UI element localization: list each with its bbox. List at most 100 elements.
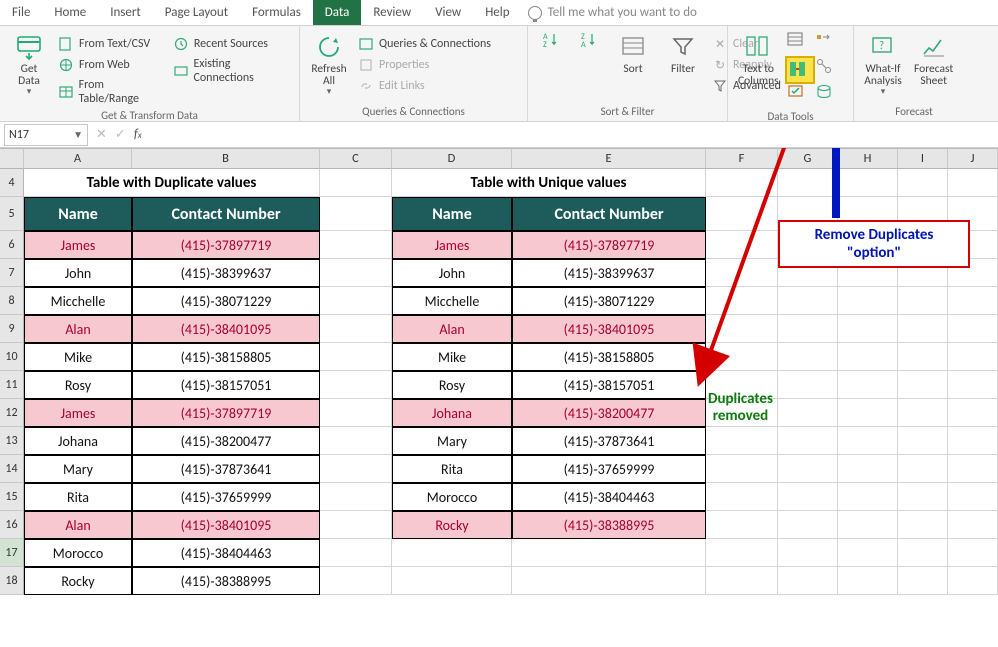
cell[interactable] xyxy=(948,169,998,197)
cell[interactable] xyxy=(948,343,998,371)
menu-home[interactable]: Home xyxy=(42,0,98,25)
row-header[interactable]: 16 xyxy=(0,511,24,539)
cell-name[interactable]: Alan xyxy=(392,315,512,343)
cell[interactable] xyxy=(320,511,392,539)
name-box[interactable]: N17 ▼ xyxy=(4,124,88,146)
cell[interactable] xyxy=(706,539,778,567)
recent-sources-button[interactable]: Recent Sources xyxy=(171,35,293,53)
row-header[interactable]: 4 xyxy=(0,169,24,197)
cell[interactable] xyxy=(320,567,392,595)
forecast-sheet-button[interactable]: Forecast Sheet xyxy=(910,29,957,89)
get-data-button[interactable]: Get Data ▾ xyxy=(6,29,52,99)
consolidate-icon[interactable] xyxy=(815,32,831,48)
col-header[interactable]: E xyxy=(512,149,706,169)
cell[interactable] xyxy=(898,399,948,427)
cell[interactable] xyxy=(512,567,706,595)
cell[interactable] xyxy=(706,567,778,595)
cell-contact[interactable]: (415)-38401095 xyxy=(132,511,320,539)
fx-icon[interactable]: fx xyxy=(134,127,142,142)
menu-file[interactable]: File xyxy=(0,0,42,25)
cell[interactable] xyxy=(778,483,838,511)
cell-contact[interactable]: (415)-38071229 xyxy=(512,287,706,315)
cell[interactable] xyxy=(898,511,948,539)
row-header[interactable]: 13 xyxy=(0,427,24,455)
cell[interactable] xyxy=(778,511,838,539)
cell[interactable] xyxy=(778,427,838,455)
cell-name[interactable]: John xyxy=(24,259,132,287)
row-header[interactable]: 11 xyxy=(0,371,24,399)
cell[interactable] xyxy=(320,343,392,371)
cell[interactable] xyxy=(898,315,948,343)
cell[interactable] xyxy=(778,567,838,595)
sort-button[interactable]: Sort xyxy=(610,29,656,77)
cell[interactable] xyxy=(392,539,512,567)
cell[interactable] xyxy=(706,169,778,197)
cell-contact[interactable]: (415)-38401095 xyxy=(132,315,320,343)
row-header[interactable]: 9 xyxy=(0,315,24,343)
from-web-button[interactable]: From Web xyxy=(56,56,167,74)
cell-name[interactable]: Rocky xyxy=(24,567,132,595)
data-model-icon[interactable] xyxy=(815,84,831,100)
cell-name[interactable]: Mary xyxy=(24,455,132,483)
cell-contact[interactable]: (415)-38399637 xyxy=(132,259,320,287)
cell-contact[interactable]: (415)-38388995 xyxy=(132,567,320,595)
col-header[interactable]: F xyxy=(706,149,778,169)
row-header[interactable]: 17 xyxy=(0,539,24,567)
cell[interactable] xyxy=(838,169,898,197)
cell[interactable] xyxy=(512,539,706,567)
cell[interactable] xyxy=(706,455,778,483)
cell[interactable] xyxy=(778,169,838,197)
cell-contact[interactable]: (415)-38158805 xyxy=(512,343,706,371)
cell-contact[interactable]: (415)-37659999 xyxy=(132,483,320,511)
cell[interactable] xyxy=(898,371,948,399)
cell-contact[interactable]: (415)-37897719 xyxy=(132,399,320,427)
cell[interactable] xyxy=(948,399,998,427)
cell-contact[interactable]: (415)-37873641 xyxy=(132,455,320,483)
cell-contact[interactable]: (415)-37659999 xyxy=(512,455,706,483)
cell[interactable] xyxy=(320,483,392,511)
cell[interactable] xyxy=(706,197,778,231)
cell-name[interactable]: Johana xyxy=(392,399,512,427)
cell[interactable] xyxy=(320,455,392,483)
queries-connections-button[interactable]: Queries & Connections xyxy=(356,35,493,53)
cell-contact[interactable]: (415)-37897719 xyxy=(132,231,320,259)
cell-name[interactable]: Rita xyxy=(392,455,512,483)
col-header[interactable]: J xyxy=(948,149,998,169)
menu-view[interactable]: View xyxy=(423,0,473,25)
cell-name[interactable]: Rocky xyxy=(392,511,512,539)
cell[interactable] xyxy=(898,567,948,595)
row-header[interactable]: 14 xyxy=(0,455,24,483)
cell[interactable] xyxy=(838,483,898,511)
menu-page-layout[interactable]: Page Layout xyxy=(153,0,240,25)
cell[interactable] xyxy=(948,455,998,483)
cell[interactable] xyxy=(778,287,838,315)
cell[interactable] xyxy=(706,483,778,511)
cell-contact[interactable]: (415)-37897719 xyxy=(512,231,706,259)
cell[interactable] xyxy=(778,539,838,567)
cell-contact[interactable]: (415)-38399637 xyxy=(512,259,706,287)
cell-name[interactable]: John xyxy=(392,259,512,287)
cell[interactable] xyxy=(838,315,898,343)
cell[interactable] xyxy=(706,231,778,259)
cell[interactable] xyxy=(320,169,392,197)
menu-review[interactable]: Review xyxy=(361,0,423,25)
cell[interactable] xyxy=(320,315,392,343)
row-header[interactable]: 12 xyxy=(0,399,24,427)
cell[interactable] xyxy=(778,455,838,483)
cell[interactable] xyxy=(320,399,392,427)
what-if-analysis-button[interactable]: ? What-If Analysis ▾ xyxy=(860,29,906,99)
cell[interactable] xyxy=(948,371,998,399)
cell[interactable] xyxy=(320,539,392,567)
cell[interactable] xyxy=(948,427,998,455)
sort-asc-button[interactable]: AZ xyxy=(534,29,568,51)
cell[interactable] xyxy=(320,231,392,259)
cell[interactable] xyxy=(838,511,898,539)
cell[interactable] xyxy=(392,567,512,595)
properties-button[interactable]: Properties xyxy=(356,56,493,74)
cell[interactable] xyxy=(706,287,778,315)
cell-contact[interactable]: (415)-38200477 xyxy=(512,399,706,427)
from-text-csv-button[interactable]: From Text/CSV xyxy=(56,35,167,53)
cell[interactable] xyxy=(838,455,898,483)
cell[interactable] xyxy=(778,343,838,371)
menu-data[interactable]: Data xyxy=(313,0,362,25)
